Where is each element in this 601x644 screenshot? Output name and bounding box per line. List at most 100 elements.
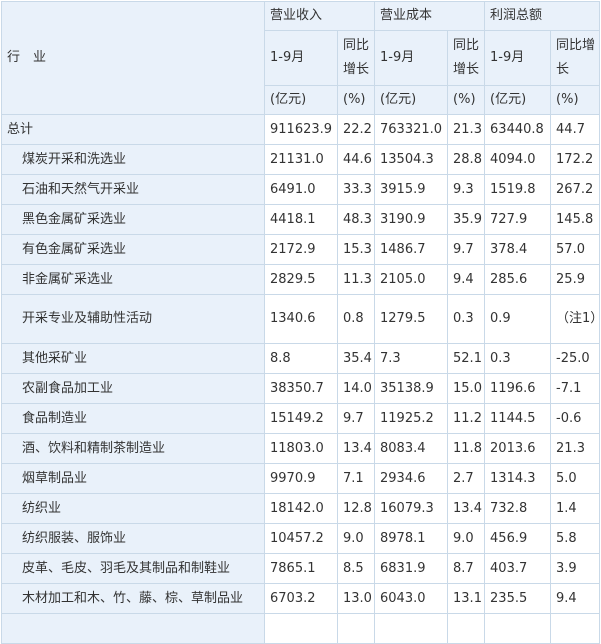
revenue-value-cell: 15149.2 bbox=[264, 403, 338, 434]
revenue-value-cell: 6703.2 bbox=[264, 583, 338, 614]
cost-growth-cell: 11.8 bbox=[447, 433, 486, 464]
profit-growth-cell: -25.0 bbox=[550, 343, 601, 374]
industry-name-cell: 酒、饮料和精制茶制造业 bbox=[1, 433, 265, 464]
cost-value-cell: 8978.1 bbox=[374, 523, 449, 554]
revenue-growth-cell: 44.6 bbox=[336, 144, 376, 175]
profit-growth-cell: 44.7 bbox=[550, 114, 601, 145]
profit-value-cell: 1196.6 bbox=[484, 373, 552, 404]
cost-value-cell: 2934.6 bbox=[374, 463, 449, 494]
revenue-growth-cell bbox=[336, 613, 376, 644]
profit-value-cell: 235.5 bbox=[484, 583, 552, 614]
profit-growth-cell: 5.0 bbox=[550, 463, 601, 494]
revenue-growth-cell: 8.5 bbox=[336, 553, 376, 584]
profit-growth-cell: 267.2 bbox=[550, 174, 601, 205]
industry-name-cell: 食品制造业 bbox=[1, 403, 265, 434]
revenue-value-cell: 911623.9 bbox=[264, 114, 338, 145]
revenue-growth-header: 同比增长 bbox=[336, 30, 376, 86]
table-row bbox=[1, 613, 601, 644]
profit-growth-cell: 25.9 bbox=[550, 264, 601, 295]
revenue-growth-cell: 0.8 bbox=[336, 294, 376, 344]
revenue-growth-cell: 7.1 bbox=[336, 463, 376, 494]
cost-growth-cell: 35.9 bbox=[447, 204, 486, 235]
industry-name-cell: 石油和天然气开采业 bbox=[1, 174, 265, 205]
header-row-groups: 行 业 营业收入 营业成本 利润总额 bbox=[1, 1, 601, 115]
revenue-growth-cell: 35.4 bbox=[336, 343, 376, 374]
profit-value-cell: 727.9 bbox=[484, 204, 552, 235]
table-row: 木材加工和木、竹、藤、棕、草制品业 6703.2 13.0 6043.0 13.1 235… bbox=[1, 583, 601, 614]
revenue-value-cell bbox=[264, 613, 338, 644]
profit-growth-cell: 21.3 bbox=[550, 433, 601, 464]
revenue-header: 营业收入 bbox=[263, 1, 376, 31]
revenue-growth-cell: 14.0 bbox=[336, 373, 376, 404]
cost-value-cell: 7.3 bbox=[374, 343, 449, 374]
table-row: 其他采矿业 8.8 35.4 7.3 52.1 0.3 -25.0 bbox=[1, 343, 601, 374]
cost-growth-cell: 11.2 bbox=[447, 403, 486, 434]
table-row: 食品制造业 15149.2 9.7 11925.2 11.2 1144.5 -0.6 bbox=[1, 403, 601, 434]
profit-value-cell: 63440.8 bbox=[484, 114, 552, 145]
revenue-value-cell: 7865.1 bbox=[264, 553, 338, 584]
industry-statistics-table: 行 业 营业收入 营业成本 利润总额 1-9月 同比增长 1-9月 同比增长 1… bbox=[1, 1, 601, 644]
cost-value-cell: 2105.0 bbox=[374, 264, 449, 295]
profit-value-cell bbox=[484, 613, 552, 644]
table-row: 烟草制品业 9970.9 7.1 2934.6 2.7 1314.3 5.0 bbox=[1, 463, 601, 494]
cost-value-cell: 6043.0 bbox=[374, 583, 449, 614]
profit-growth-cell: 145.8 bbox=[550, 204, 601, 235]
industry-name-cell: 有色金属矿采选业 bbox=[1, 234, 265, 265]
table-row: 开采专业及辅助性活动 1340.6 0.8 1279.5 0.3 0.9 （注1） bbox=[1, 294, 601, 344]
profit-growth-header: 同比增长 bbox=[550, 30, 601, 86]
revenue-growth-cell: 13.4 bbox=[336, 433, 376, 464]
profit-value-cell: 378.4 bbox=[484, 234, 552, 265]
profit-value-cell: 1519.8 bbox=[484, 174, 552, 205]
profit-value-cell: 456.9 bbox=[484, 523, 552, 554]
profit-growth-cell: 57.0 bbox=[550, 234, 601, 265]
cost-growth-cell: 21.3 bbox=[447, 114, 486, 145]
cost-value-cell: 3190.9 bbox=[374, 204, 449, 235]
profit-growth-cell: 172.2 bbox=[550, 144, 601, 175]
cost-value-cell: 6831.9 bbox=[374, 553, 449, 584]
profit-header: 利润总额 bbox=[484, 1, 601, 31]
cost-value-cell: 3915.9 bbox=[374, 174, 449, 205]
revenue-value-cell: 18142.0 bbox=[264, 493, 338, 524]
cost-value-cell: 11925.2 bbox=[374, 403, 449, 434]
table-row: 酒、饮料和精制茶制造业 11803.0 13.4 8083.4 11.8 2013.6 21… bbox=[1, 433, 601, 464]
cost-growth-header: 同比增长 bbox=[447, 30, 486, 86]
profit-growth-cell bbox=[550, 613, 601, 644]
industry-name-cell: 纺织业 bbox=[1, 493, 265, 524]
revenue-value-cell: 1340.6 bbox=[264, 294, 338, 344]
cost-period-header: 1-9月 bbox=[374, 30, 449, 86]
industry-name-cell: 皮革、毛皮、羽毛及其制品和制鞋业 bbox=[1, 553, 265, 584]
profit-growth-cell: （注1） bbox=[550, 294, 601, 344]
cost-growth-cell: 9.7 bbox=[447, 234, 486, 265]
cost-growth-cell: 2.7 bbox=[447, 463, 486, 494]
cost-growth-unit: (%) bbox=[447, 85, 486, 115]
cost-value-cell: 763321.0 bbox=[374, 114, 449, 145]
cost-unit: (亿元) bbox=[374, 85, 449, 115]
cost-growth-cell: 8.7 bbox=[447, 553, 486, 584]
cost-growth-cell: 9.4 bbox=[447, 264, 486, 295]
profit-growth-cell: 1.4 bbox=[550, 493, 601, 524]
table-row: 农副食品加工业 38350.7 14.0 35138.9 15.0 1196.6 -7.1 bbox=[1, 373, 601, 404]
revenue-growth-unit: (%) bbox=[336, 85, 376, 115]
profit-value-cell: 1144.5 bbox=[484, 403, 552, 434]
revenue-value-cell: 6491.0 bbox=[264, 174, 338, 205]
table-row: 黑色金属矿采选业 4418.1 48.3 3190.9 35.9 727.9 145.8 bbox=[1, 204, 601, 235]
revenue-value-cell: 21131.0 bbox=[264, 144, 338, 175]
table-row: 有色金属矿采选业 2172.9 15.3 1486.7 9.7 378.4 57.0 bbox=[1, 234, 601, 265]
table-row: 石油和天然气开采业 6491.0 33.3 3915.9 9.3 1519.8 267.2 bbox=[1, 174, 601, 205]
cost-value-cell: 8083.4 bbox=[374, 433, 449, 464]
revenue-growth-cell: 12.8 bbox=[336, 493, 376, 524]
cost-value-cell: 1486.7 bbox=[374, 234, 449, 265]
industry-header: 行 业 bbox=[1, 1, 265, 115]
profit-value-cell: 0.3 bbox=[484, 343, 552, 374]
profit-unit: (亿元) bbox=[484, 85, 552, 115]
profit-growth-unit: (%) bbox=[550, 85, 601, 115]
cost-value-cell: 1279.5 bbox=[374, 294, 449, 344]
cost-growth-cell: 52.1 bbox=[447, 343, 486, 374]
revenue-growth-cell: 13.0 bbox=[336, 583, 376, 614]
cost-growth-cell: 13.4 bbox=[447, 493, 486, 524]
profit-growth-cell: -0.6 bbox=[550, 403, 601, 434]
revenue-value-cell: 2172.9 bbox=[264, 234, 338, 265]
revenue-value-cell: 10457.2 bbox=[264, 523, 338, 554]
table-row: 煤炭开采和洗选业 21131.0 44.6 13504.3 28.8 4094.0 172.… bbox=[1, 144, 601, 175]
profit-growth-cell: 9.4 bbox=[550, 583, 601, 614]
